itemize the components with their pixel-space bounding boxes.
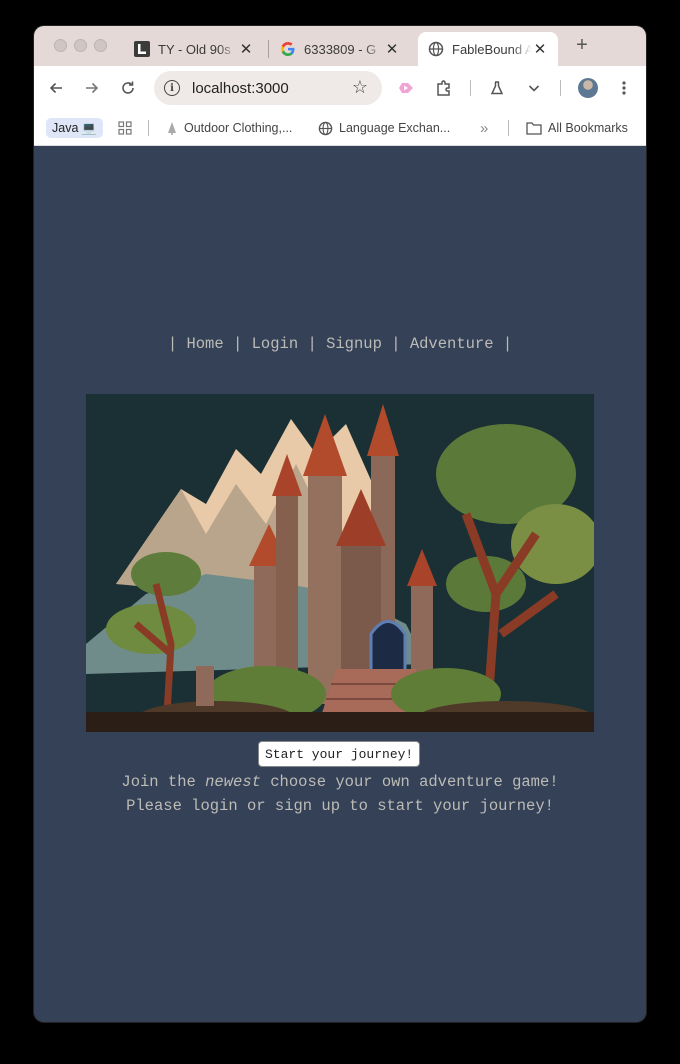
letter-l-icon xyxy=(134,41,150,57)
google-icon xyxy=(280,41,296,57)
start-journey-button[interactable]: Start your journey! xyxy=(258,741,421,767)
folder-icon xyxy=(526,121,542,135)
page-content: | Home | Login | Signup | Adventure | St… xyxy=(34,146,646,1022)
bookmark-label: Outdoor Clothing,... xyxy=(184,121,293,135)
extensions-puzzle-icon[interactable] xyxy=(434,78,454,98)
nav-separator: | xyxy=(167,335,178,353)
close-tab-icon[interactable]: ✕ xyxy=(238,40,254,58)
bookmarks-divider xyxy=(508,120,509,136)
profile-avatar[interactable] xyxy=(578,78,598,98)
bookmark-label: Java xyxy=(52,121,79,135)
bookmark-java[interactable]: Java 💻 xyxy=(46,118,103,138)
all-bookmarks-button[interactable]: All Bookmarks xyxy=(526,118,628,138)
nav-separator: | xyxy=(307,335,317,353)
back-arrow-icon[interactable] xyxy=(46,78,66,98)
nav-separator: | xyxy=(502,335,513,353)
tab-old-90s[interactable]: TY - Old 90s ✕ xyxy=(124,32,264,66)
globe-icon xyxy=(428,41,444,57)
bookmark-star-icon[interactable]: ☆ xyxy=(352,77,368,98)
apps-grid-icon[interactable] xyxy=(118,118,132,138)
new-tab-button[interactable]: + xyxy=(569,34,595,57)
nav-separator: | xyxy=(391,335,401,353)
labs-flask-icon[interactable] xyxy=(487,78,507,98)
browser-window: TY - Old 90s ✕ 6333809 - G ✕ FableBound … xyxy=(34,26,646,1022)
bookmark-label: Language Exchan... xyxy=(339,121,451,135)
tab-strip: TY - Old 90s ✕ 6333809 - G ✕ FableBound … xyxy=(34,26,646,66)
tab-fablebound[interactable]: FableBound A ✕ xyxy=(418,32,558,66)
forward-arrow-icon[interactable] xyxy=(82,78,102,98)
tree-icon xyxy=(166,121,178,135)
close-tab-icon[interactable]: ✕ xyxy=(532,40,548,58)
minimize-window-button[interactable] xyxy=(74,39,87,52)
castle-illustration xyxy=(86,394,594,732)
bookmarks-overflow-button[interactable]: » xyxy=(480,118,488,138)
bookmarks-bar: Java 💻 Outdoor Clothing,... Language Exc… xyxy=(34,110,646,146)
bookmarks-divider xyxy=(148,120,149,136)
close-tab-icon[interactable]: ✕ xyxy=(384,40,400,58)
site-nav: | Home | Login | Signup | Adventure | xyxy=(34,335,646,353)
globe-icon xyxy=(318,121,333,136)
menu-kebab-icon[interactable] xyxy=(614,78,634,98)
bookmark-outdoor-clothing[interactable]: Outdoor Clothing,... xyxy=(166,118,292,138)
nav-link-signup[interactable]: Signup xyxy=(326,335,382,353)
browser-toolbar: i localhost:3000 ☆ xyxy=(34,66,646,110)
nav-link-login[interactable]: Login xyxy=(252,335,299,353)
nav-link-adventure[interactable]: Adventure xyxy=(410,335,494,353)
site-info-icon[interactable]: i xyxy=(164,80,180,96)
close-window-button[interactable] xyxy=(54,39,67,52)
address-bar[interactable]: i localhost:3000 ☆ xyxy=(154,71,382,105)
laptop-icon: 💻 xyxy=(81,120,97,135)
nav-link-home[interactable]: Home xyxy=(186,335,223,353)
tab-title: 6333809 - G xyxy=(304,41,377,57)
bookmark-label: All Bookmarks xyxy=(548,121,628,135)
toolbar-divider xyxy=(470,80,471,96)
tagline-line-2: Please login or sign up to start your jo… xyxy=(126,797,554,815)
media-extension-icon[interactable] xyxy=(396,78,416,98)
tagline-text: Join the xyxy=(121,773,206,791)
toolbar-divider xyxy=(560,80,561,96)
tagline: Join the newest choose your own adventur… xyxy=(34,770,646,818)
nav-separator: | xyxy=(232,335,243,353)
reload-icon[interactable] xyxy=(118,78,138,98)
tab-google[interactable]: 6333809 - G ✕ xyxy=(270,32,410,66)
tab-title: FableBound A xyxy=(452,41,532,57)
bookmark-language-exchange[interactable]: Language Exchan... xyxy=(318,118,450,138)
tab-divider xyxy=(268,40,269,58)
tagline-emphasis: newest xyxy=(205,773,261,791)
zoom-window-button[interactable] xyxy=(94,39,107,52)
address-text[interactable]: localhost:3000 xyxy=(192,80,289,97)
tagline-text: choose your own adventure game! xyxy=(260,773,559,791)
tagline-line-1: Join the newest choose your own adventur… xyxy=(34,770,646,794)
tab-title: TY - Old 90s xyxy=(158,41,231,57)
chevron-down-icon[interactable] xyxy=(524,78,544,98)
